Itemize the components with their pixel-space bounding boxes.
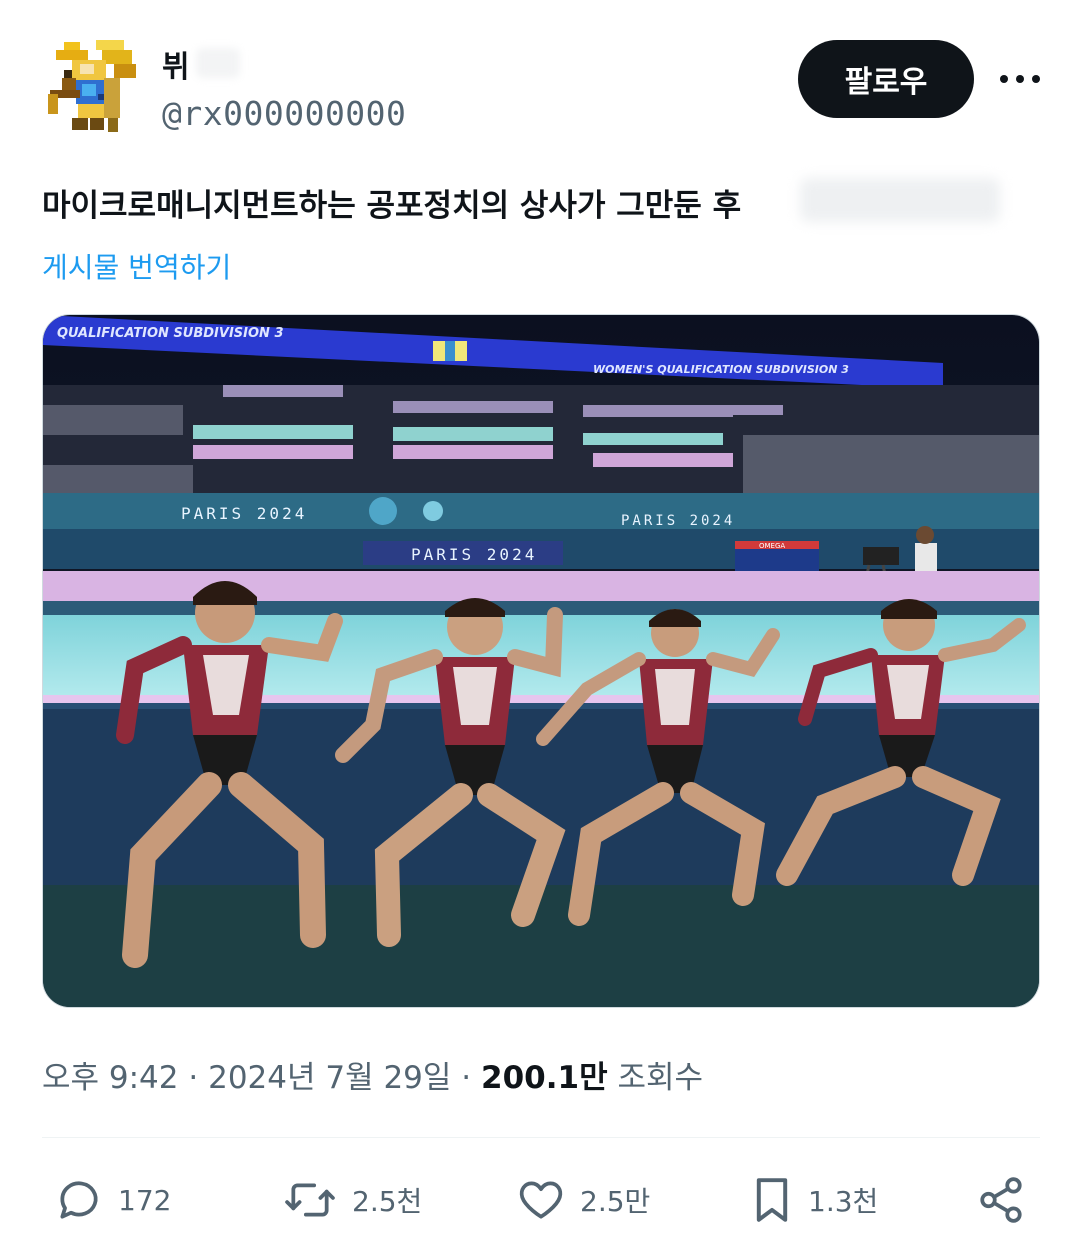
scoreboard-text: OMEGA	[759, 542, 785, 550]
bookmark-icon	[750, 1173, 794, 1227]
display-name[interactable]: 뷔	[162, 42, 190, 86]
tweet-text: 마이크로매니지먼트하는 공포정치의 상사가 그만둔 후	[42, 188, 742, 224]
venue-text-2: PARIS 2024	[621, 513, 735, 529]
repost-count: 2.5천	[352, 1185, 423, 1218]
reply-count: 172	[118, 1183, 172, 1217]
venue-text-3: PARIS 2024	[411, 545, 537, 564]
share-button[interactable]	[976, 1170, 1026, 1230]
reply-icon	[54, 1175, 104, 1225]
display-name-redaction	[196, 48, 240, 78]
action-bar: 172 2.5천 2.5만 1.3천	[42, 1160, 1040, 1240]
tweet-time[interactable]: 오후 9:42	[42, 1060, 179, 1096]
meta-separator: ·	[188, 1060, 199, 1096]
banner-text-2: WOMEN'S QUALIFICATION SUBDIVISION 3	[593, 363, 849, 376]
repost-icon	[282, 1175, 338, 1225]
heart-icon	[516, 1175, 566, 1225]
like-button[interactable]: 2.5만	[516, 1170, 650, 1230]
follow-button[interactable]: 팔로우	[798, 40, 974, 118]
bookmark-button[interactable]: 1.3천	[750, 1170, 878, 1230]
like-count: 2.5만	[580, 1185, 651, 1218]
bookmark-count: 1.3천	[808, 1185, 879, 1218]
more-horizontal-icon[interactable]	[1000, 64, 1040, 94]
banner-text-1: QUALIFICATION SUBDIVISION 3	[57, 326, 284, 341]
meta-separator: ·	[461, 1060, 472, 1096]
translate-post-link[interactable]: 게시물 번역하기	[42, 246, 231, 286]
reply-button[interactable]: 172	[54, 1170, 171, 1230]
tweet-photo[interactable]: QUALIFICATION SUBDIVISION 3 WOMEN'S QUAL…	[42, 314, 1040, 1008]
avatar[interactable]	[42, 34, 146, 138]
repost-button[interactable]: 2.5천	[282, 1170, 422, 1230]
share-icon	[976, 1175, 1026, 1225]
user-handle[interactable]: @rx000000000	[162, 94, 406, 133]
tweet-header: 뷔 @rx000000000 팔로우	[42, 34, 1042, 144]
tweet-meta: 오후 9:42 · 2024년 7월 29일 · 200.1만 조회수	[42, 1052, 703, 1097]
views-label: 조회수	[617, 1060, 704, 1096]
tweet-text-redaction	[800, 178, 1000, 222]
tweet-date[interactable]: 2024년 7월 29일	[208, 1060, 451, 1096]
views-count: 200.1만	[481, 1060, 608, 1096]
divider	[42, 1137, 1040, 1138]
venue-text-1: PARIS 2024	[181, 504, 307, 523]
